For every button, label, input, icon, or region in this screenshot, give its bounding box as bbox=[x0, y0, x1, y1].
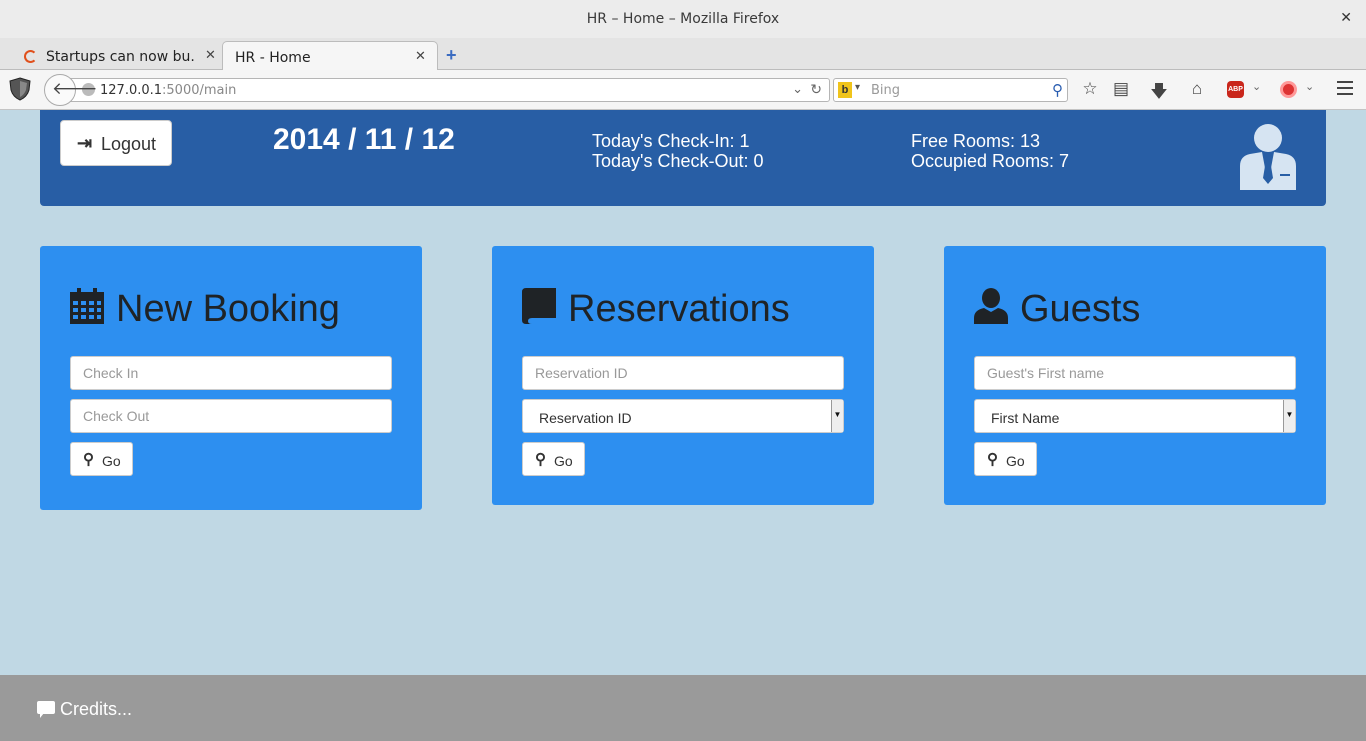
download-icon[interactable]: 🡇 bbox=[1148, 79, 1170, 108]
dropdown-arrow-icon[interactable]: ▼ bbox=[1283, 400, 1295, 432]
checkout-field[interactable] bbox=[70, 399, 392, 433]
user-avatar-icon[interactable] bbox=[1238, 122, 1298, 190]
tab-startups[interactable]: Startups can now bu... ✕ bbox=[18, 41, 222, 70]
bing-icon[interactable]: b bbox=[838, 82, 852, 98]
go-label: Go bbox=[102, 453, 121, 469]
window-titlebar: HR – Home – Mozilla Firefox ✕ bbox=[0, 0, 1366, 38]
checkin-count: Today's Check-In: 1 bbox=[592, 131, 750, 151]
new-booking-panel: New Booking ⚲ Go bbox=[40, 246, 422, 510]
tab-label: HR - Home bbox=[235, 50, 311, 66]
window-close-button[interactable]: ✕ bbox=[1340, 10, 1352, 26]
search-icon: ⚲ bbox=[535, 451, 546, 468]
checkin-field[interactable] bbox=[70, 356, 392, 390]
search-placeholder[interactable]: Bing bbox=[871, 83, 900, 98]
panel-title: Reservations bbox=[568, 288, 790, 330]
back-button[interactable]: 🡐 bbox=[44, 74, 98, 106]
checkout-count: Today's Check-Out: 0 bbox=[592, 151, 764, 171]
guests-go-button[interactable]: ⚲ Go bbox=[974, 442, 1037, 476]
new-tab-button[interactable]: + bbox=[446, 45, 457, 66]
current-date: 2014 / 11 / 12 bbox=[273, 123, 455, 156]
search-icon: ⚲ bbox=[83, 451, 94, 468]
panel-title: Guests bbox=[1020, 288, 1141, 330]
comment-icon bbox=[37, 701, 55, 718]
reservation-id-input[interactable] bbox=[522, 356, 844, 390]
select-value: First Name bbox=[991, 410, 1060, 426]
tab-hr-home[interactable]: HR - Home ✕ bbox=[222, 41, 438, 70]
guests-panel: Guests First Name ▼ ⚲ Go bbox=[944, 246, 1326, 505]
shield-icon[interactable] bbox=[9, 77, 31, 101]
search-icon[interactable]: ⚲ bbox=[1052, 81, 1063, 99]
menu-icon[interactable] bbox=[1337, 81, 1353, 99]
new-booking-go-button[interactable]: ⚲ Go bbox=[70, 442, 133, 476]
back-arrow-icon: 🡐 bbox=[52, 79, 98, 98]
panel-title: New Booking bbox=[116, 288, 340, 330]
extension-icon[interactable] bbox=[1280, 81, 1297, 98]
reload-icon[interactable]: ↻ bbox=[810, 81, 822, 98]
free-rooms-count: Free Rooms: 13 bbox=[911, 131, 1041, 151]
home-icon[interactable]: ⌂ bbox=[1186, 79, 1208, 99]
navigation-toolbar: 127.0.0.1:5000/main ⌄ ↻ 🡐 b ▾ Bing ⚲ ☆ ▤… bbox=[0, 70, 1366, 110]
search-bar[interactable]: b ▾ Bing ⚲ bbox=[833, 78, 1068, 102]
search-icon: ⚲ bbox=[987, 451, 998, 468]
tab-close-icon[interactable]: ✕ bbox=[205, 48, 216, 63]
logout-icon: ⇥ bbox=[77, 133, 93, 153]
reservation-search-type-select[interactable]: Reservation ID ▼ bbox=[522, 399, 844, 433]
logout-button[interactable]: ⇥ Logout bbox=[60, 120, 172, 166]
select-value: Reservation ID bbox=[539, 410, 632, 426]
page-footer: Credits... bbox=[0, 675, 1366, 741]
reading-list-icon[interactable]: ▤ bbox=[1110, 79, 1132, 99]
calendar-icon bbox=[70, 288, 104, 324]
tab-close-icon[interactable]: ✕ bbox=[415, 49, 426, 64]
url-dropdown-icon[interactable]: ⌄ bbox=[792, 81, 803, 97]
reservations-panel: Reservations Reservation ID ▼ ⚲ Go bbox=[492, 246, 874, 505]
extension-dropdown-icon[interactable]: ⌄ bbox=[1305, 80, 1314, 93]
loading-icon bbox=[24, 50, 37, 63]
go-label: Go bbox=[554, 453, 573, 469]
url-bar[interactable]: 127.0.0.1:5000/main ⌄ ↻ bbox=[70, 78, 830, 102]
logout-label: Logout bbox=[101, 134, 157, 154]
url-text[interactable]: 127.0.0.1:5000/main bbox=[100, 83, 236, 98]
adblock-icon[interactable]: ABP bbox=[1227, 81, 1244, 98]
user-icon bbox=[974, 288, 1008, 324]
occupied-rooms-count: Occupied Rooms: 7 bbox=[911, 151, 1070, 171]
tab-label: Startups can now bu... bbox=[46, 49, 196, 65]
star-icon[interactable]: ☆ bbox=[1079, 79, 1101, 99]
reservations-go-button[interactable]: ⚲ Go bbox=[522, 442, 585, 476]
search-engine-dropdown-icon[interactable]: ▾ bbox=[855, 82, 860, 93]
guest-search-type-select[interactable]: First Name ▼ bbox=[974, 399, 1296, 433]
credits-link[interactable]: Credits... bbox=[60, 699, 132, 720]
adblock-dropdown-icon[interactable]: ⌄ bbox=[1252, 80, 1261, 93]
guest-first-name-input[interactable] bbox=[974, 356, 1296, 390]
dropdown-arrow-icon[interactable]: ▼ bbox=[831, 400, 843, 432]
window-title: HR – Home – Mozilla Firefox bbox=[586, 11, 780, 27]
book-icon bbox=[522, 288, 556, 324]
go-label: Go bbox=[1006, 453, 1025, 469]
tab-strip: Startups can now bu... ✕ HR - Home ✕ + bbox=[0, 38, 1366, 70]
dashboard-header: ⇥ Logout 2014 / 11 / 12 Today's Check-In… bbox=[40, 110, 1326, 206]
